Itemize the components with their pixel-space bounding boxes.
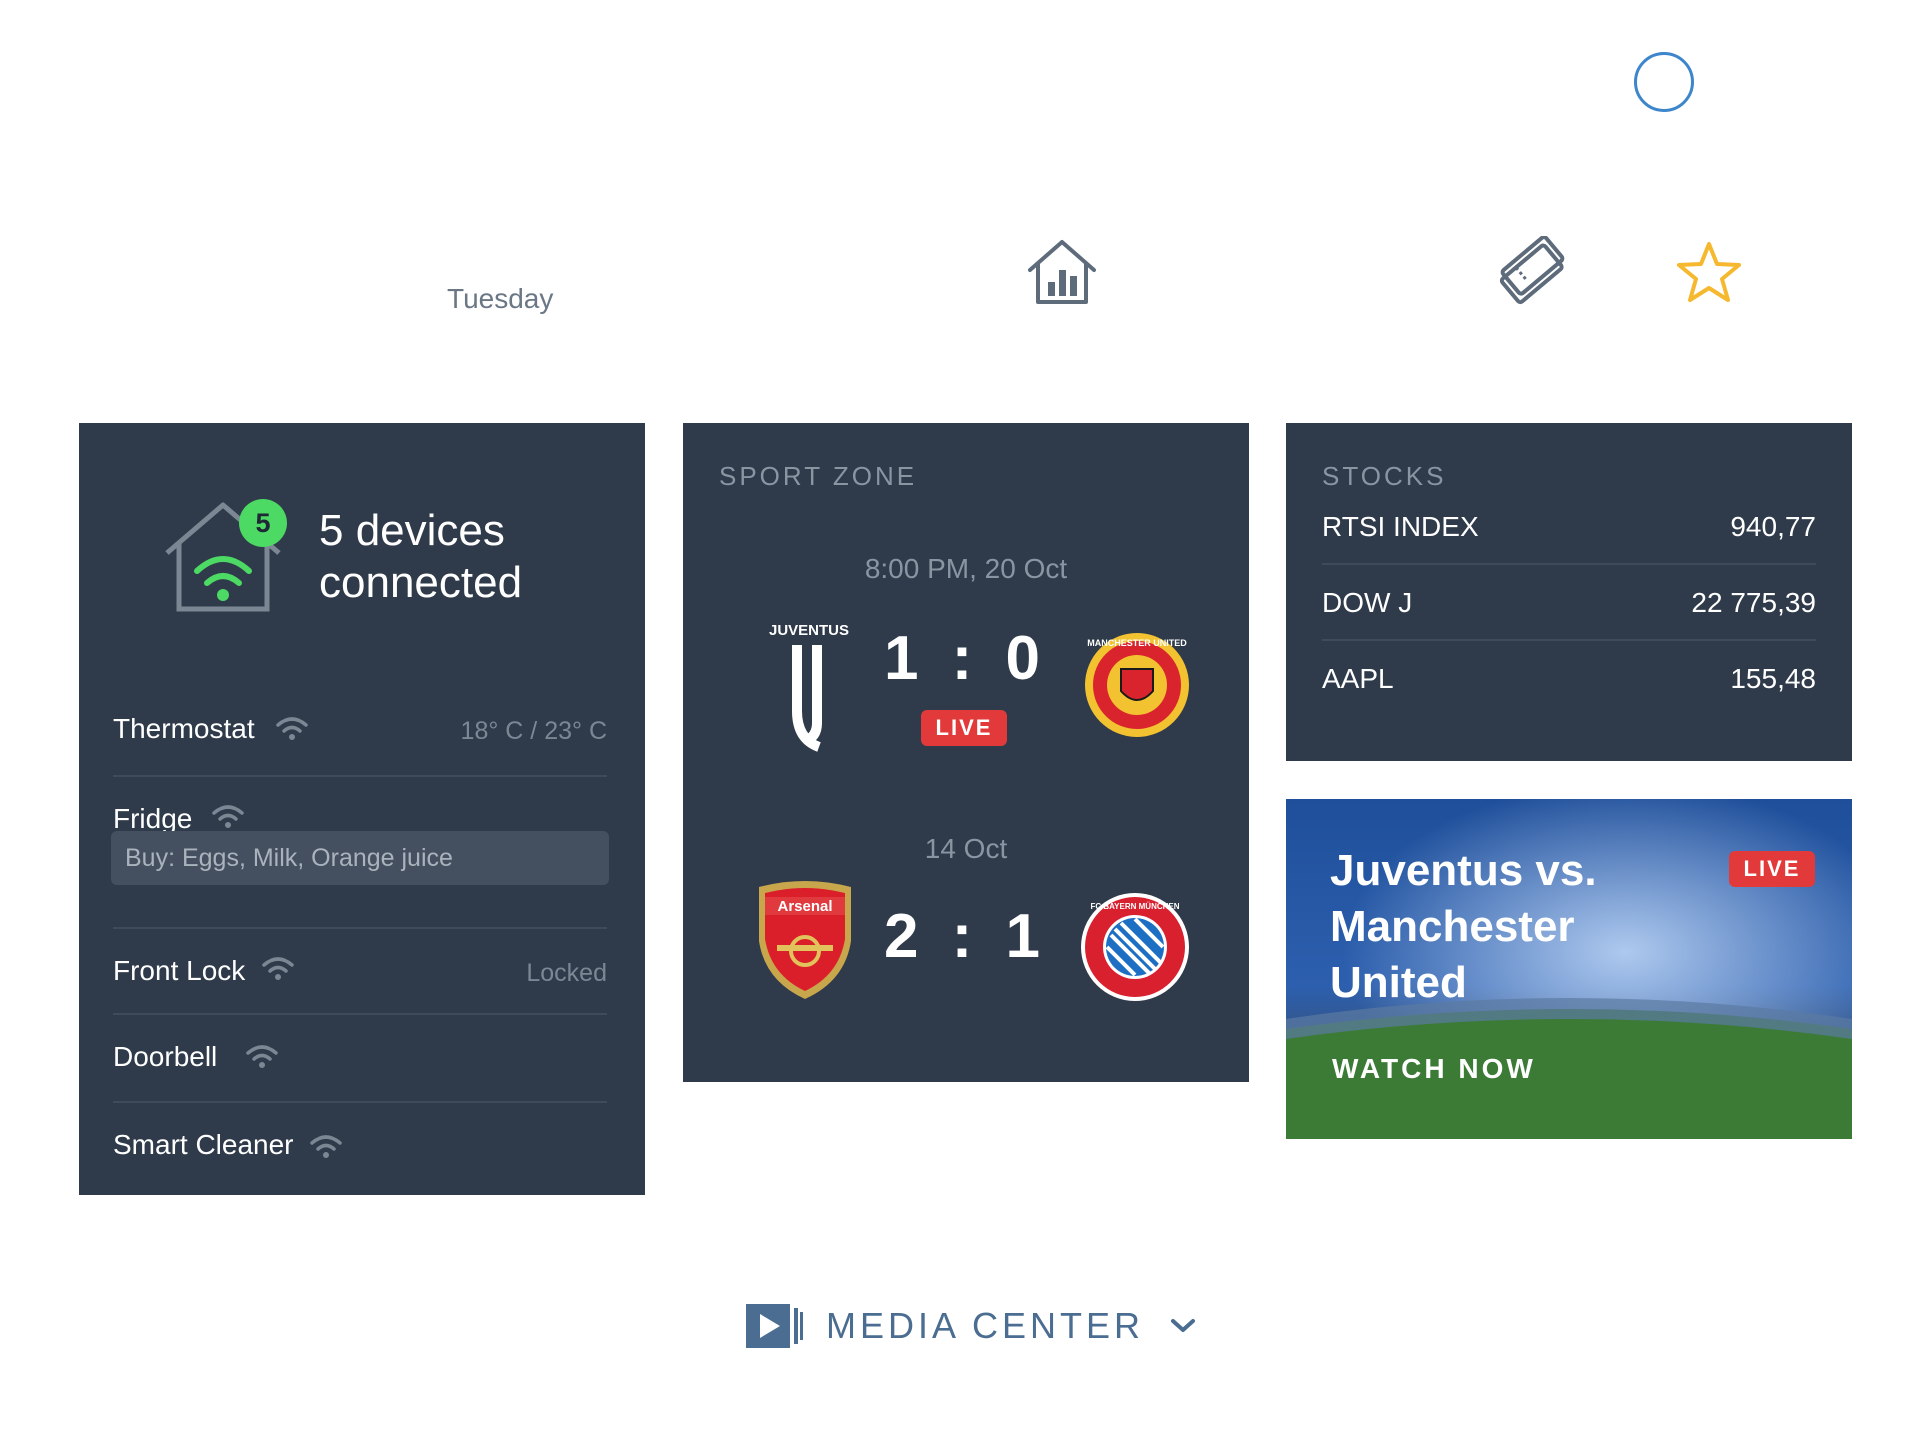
fridge-note-input[interactable] xyxy=(111,831,609,885)
device-name: Doorbell xyxy=(113,1041,218,1072)
juventus-crest-icon[interactable]: JUVENTUS xyxy=(761,619,857,755)
stock-row[interactable]: AAPL 155,48 xyxy=(1322,641,1816,717)
wifi-icon xyxy=(246,1045,278,1068)
stocks-card: STOCKS RTSI INDEX 940,77 DOW J 22 775,39… xyxy=(1286,423,1852,761)
watch-now-link[interactable]: WATCH NOW xyxy=(1332,1053,1536,1085)
crest-text: JUVENTUS xyxy=(769,622,849,639)
stock-value: 22 775,39 xyxy=(1691,587,1816,618)
stock-value: 155,48 xyxy=(1730,663,1816,694)
device-row-smart-cleaner[interactable]: Smart Cleaner xyxy=(113,1103,607,1191)
stocks-title: STOCKS xyxy=(1322,461,1447,491)
device-count-badge: 5 xyxy=(239,499,287,547)
live-match-promo-card[interactable]: Juventus vs. Manchester United LIVE WATC… xyxy=(1286,799,1852,1139)
match-score: 2 : 1 xyxy=(883,902,1049,971)
stock-name: RTSI INDEX xyxy=(1322,511,1479,542)
stock-row[interactable]: DOW J 22 775,39 xyxy=(1322,565,1816,641)
arsenal-crest-icon[interactable]: Arsenal xyxy=(753,879,857,1003)
match-score: 1 : 0 xyxy=(883,624,1049,693)
smart-home-card: 5 5 devices connected Thermostat 18° C /… xyxy=(79,423,645,1195)
device-status: 18° C / 23° C xyxy=(460,717,607,745)
device-name: Thermostat xyxy=(113,713,255,744)
stock-row[interactable]: RTSI INDEX 940,77 xyxy=(1322,489,1816,565)
promo-title: Juventus vs. Manchester United xyxy=(1330,846,1597,1007)
device-name: Smart Cleaner xyxy=(113,1129,294,1160)
live-badge: LIVE xyxy=(1729,851,1815,887)
stock-name: AAPL xyxy=(1322,663,1394,694)
device-name: Front Lock xyxy=(113,955,246,986)
sport-zone-card: SPORT ZONE 8:00 PM, 20 Oct JUVENTUS 1 : … xyxy=(683,423,1249,1082)
device-row-front-lock[interactable]: Front Lock Locked xyxy=(113,929,607,1015)
match-time: 14 Oct xyxy=(924,833,1008,864)
dashboard: Tuesday 5 5 devices connected Thermostat xyxy=(0,0,1920,1440)
stock-name: DOW J xyxy=(1322,587,1413,618)
media-center-label: MEDIA CENTER xyxy=(826,1305,1145,1346)
devices-connected-label: 5 devices connected xyxy=(319,506,523,607)
manchester-united-crest-icon[interactable]: MANCHESTER UNITED xyxy=(1075,629,1199,745)
media-play-icon xyxy=(746,1304,803,1348)
stock-value: 940,77 xyxy=(1730,511,1816,542)
bayern-munich-crest-icon[interactable]: FC BAYERN MÜNCHEN xyxy=(1077,889,1193,1005)
crest-text: MANCHESTER UNITED xyxy=(1087,638,1187,648)
star-icon[interactable] xyxy=(1676,240,1742,304)
live-badge: LIVE xyxy=(921,710,1007,746)
tickets-icon[interactable] xyxy=(1492,236,1572,306)
home-stats-icon[interactable] xyxy=(1024,236,1100,308)
crest-text: FC BAYERN MÜNCHEN xyxy=(1090,902,1179,911)
media-center-toggle[interactable]: MEDIA CENTER xyxy=(744,1300,1196,1352)
sport-zone-title: SPORT ZONE xyxy=(719,461,918,491)
device-status: Locked xyxy=(526,959,607,987)
device-row-thermostat[interactable]: Thermostat 18° C / 23° C xyxy=(113,685,607,777)
wifi-icon xyxy=(212,805,244,828)
device-row-doorbell[interactable]: Doorbell xyxy=(113,1015,607,1103)
chevron-down-icon xyxy=(1171,1319,1196,1332)
day-label: Tuesday xyxy=(447,283,554,314)
profile-ring-icon[interactable] xyxy=(1634,52,1694,112)
wifi-icon xyxy=(310,1135,342,1158)
crest-text: Arsenal xyxy=(777,898,832,915)
match-time: 8:00 PM, 20 Oct xyxy=(864,553,1068,584)
wifi-icon xyxy=(262,957,294,980)
wifi-icon xyxy=(276,717,308,740)
